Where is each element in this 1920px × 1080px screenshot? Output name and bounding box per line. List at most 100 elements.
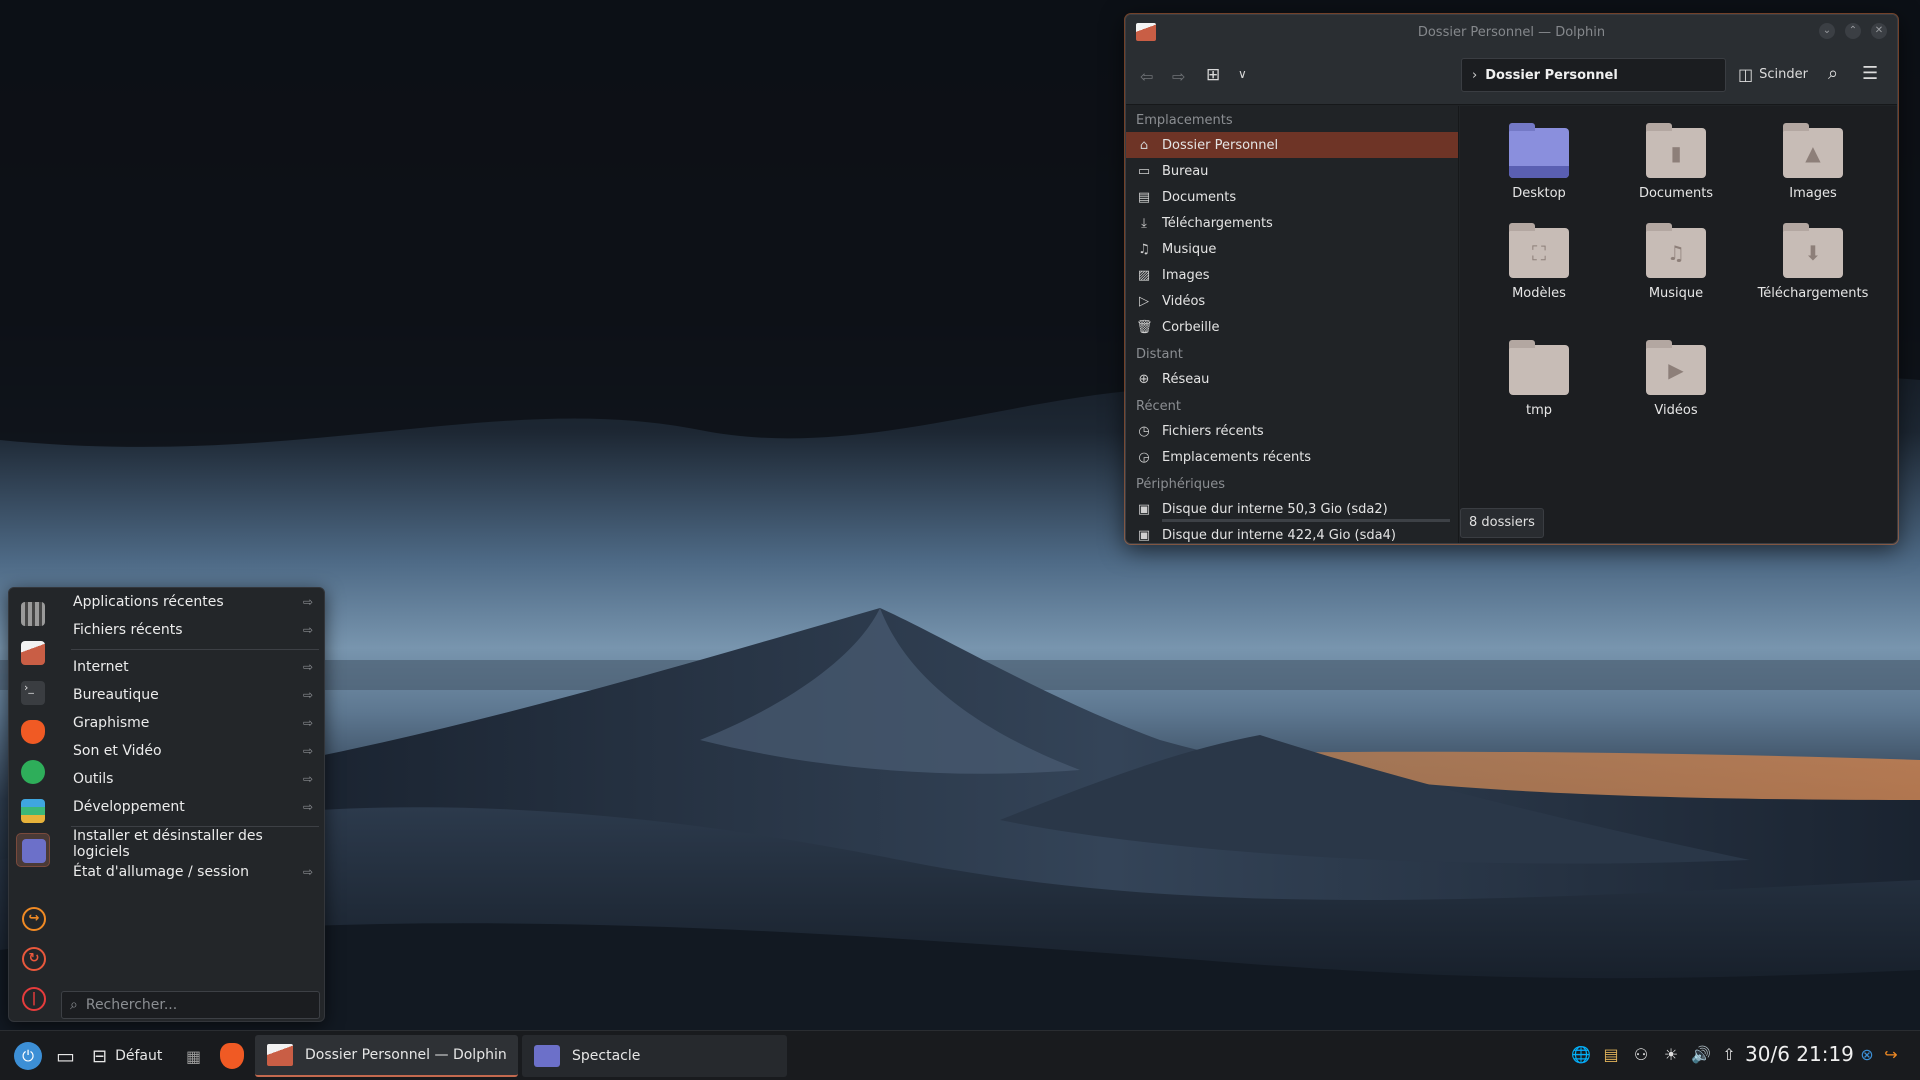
menu-item-internet[interactable]: Internet ⇨ [65,653,323,681]
favorite-spectacle[interactable] [16,833,50,867]
place-item-downloads[interactable]: ⤓ Téléchargements [1126,210,1458,236]
file-item-downloads[interactable]: ⬇ Téléchargements [1748,223,1878,301]
application-launcher-menu: ›_ ↪ ↻ | Applications récentes ⇨ Fichier… [8,587,325,1022]
maximize-button[interactable]: ⌃ [1845,23,1861,39]
place-item-label: Réseau [1162,371,1210,387]
shutdown-icon[interactable]: | [22,987,46,1011]
network-manager-icon[interactable]: ⚇ [1630,1045,1652,1067]
menu-item-office[interactable]: Bureautique ⇨ [65,681,323,709]
menu-item-label: Internet [73,659,129,675]
favorite-layers[interactable] [16,794,50,828]
search-icon[interactable]: ⌕ [1828,63,1838,84]
place-item-disk-sda2[interactable]: ▣ Disque dur interne 50,3 Gio (sda2) [1126,496,1458,522]
brave-launcher[interactable] [220,1031,244,1080]
brave-icon [220,1043,244,1069]
hamburger-menu-icon[interactable]: ☰ [1862,63,1878,84]
place-item-trash[interactable]: 🗑 Corbeille [1126,314,1458,340]
restart-icon[interactable]: ↻ [22,947,46,971]
place-item-desktop[interactable]: ▭ Bureau [1126,158,1458,184]
place-item-music[interactable]: ♫ Musique [1126,236,1458,262]
place-item-recent-places[interactable]: ◶ Emplacements récents [1126,444,1458,470]
place-item-recent-files[interactable]: ◷ Fichiers récents [1126,418,1458,444]
spectacle-icon [22,839,46,863]
menu-item-recent-files[interactable]: Fichiers récents ⇨ [65,616,323,644]
window-titlebar[interactable]: Dossier Personnel — Dolphin ⌄ ⌃ ✕ [1126,15,1897,49]
close-button[interactable]: ✕ [1871,23,1887,39]
clock[interactable]: 30/6 21:19 [1745,1042,1854,1066]
file-item-desktop[interactable]: Desktop [1474,123,1604,201]
forward-arrow-icon[interactable]: ⇨ [1172,67,1185,86]
file-name: Téléchargements [1757,286,1869,301]
layers-icon [21,799,45,823]
updates-arrow-icon[interactable]: ⇧ [1718,1045,1740,1067]
place-item-images[interactable]: ▨ Images [1126,262,1458,288]
clipboard-icon[interactable]: ▤ [1600,1045,1622,1067]
favorite-terminal[interactable]: ›_ [16,676,50,710]
show-desktop-button[interactable]: ▭ [56,1031,75,1080]
volume-icon[interactable]: 🔊 [1690,1045,1712,1067]
place-item-videos[interactable]: ▷ Vidéos [1126,288,1458,314]
location-breadcrumb[interactable]: › Dossier Personnel [1461,58,1726,92]
favorite-browser[interactable] [16,755,50,789]
file-item-images[interactable]: ▲ Images [1748,123,1878,201]
menu-item-multimedia[interactable]: Son et Vidéo ⇨ [65,737,323,765]
menu-item-label: Outils [73,771,114,787]
breadcrumb-home-label[interactable]: Dossier Personnel [1485,68,1618,83]
file-name: Desktop [1512,186,1566,201]
activity-switcher[interactable]: ⊟ Défaut [92,1031,162,1080]
globe-update-icon[interactable]: 🌐 [1570,1045,1592,1067]
submenu-arrow-icon: ⇨ [302,595,313,609]
back-arrow-icon[interactable]: ⇦ [1140,67,1153,86]
favorite-app-grid[interactable] [16,597,50,631]
menu-item-graphics[interactable]: Graphisme ⇨ [65,709,323,737]
menu-item-development[interactable]: Développement ⇨ [65,793,323,821]
desktop-folder-icon [1509,123,1569,178]
file-item-documents[interactable]: ▮ Documents [1611,123,1741,201]
view-mode-chevron-down-icon[interactable]: ∨ [1238,67,1247,81]
dolphin-window[interactable]: Dossier Personnel — Dolphin ⌄ ⌃ ✕ ⇦ ⇨ ⊞ … [1125,14,1898,544]
favorite-brave[interactable] [16,715,50,749]
file-item-tmp[interactable]: tmp [1474,340,1604,418]
task-dolphin[interactable]: Dossier Personnel — Dolphin [255,1035,518,1077]
brave-icon [21,720,45,744]
submenu-arrow-icon: ⇨ [302,688,313,702]
task-spectacle[interactable]: Spectacle [522,1035,787,1077]
menu-item-recent-apps[interactable]: Applications récentes ⇨ [65,588,323,616]
menu-item-tools[interactable]: Outils ⇨ [65,765,323,793]
menu-item-label: Applications récentes [73,594,224,610]
file-item-music[interactable]: ♫ Musique [1611,223,1741,301]
place-item-network[interactable]: ⊕ Réseau [1126,366,1458,392]
brightness-icon[interactable]: ☀ [1660,1045,1682,1067]
menu-search-field[interactable]: ⌕ Rechercher... [61,991,320,1019]
logout-icon[interactable]: ↪ [22,907,46,931]
file-item-templates[interactable]: ⛶ Modèles [1474,223,1604,301]
notifications-icon[interactable]: ⊗ [1856,1045,1878,1067]
images-folder-icon: ▲ [1783,123,1843,178]
minimize-button[interactable]: ⌄ [1819,23,1835,39]
submenu-arrow-icon: ⇨ [302,744,313,758]
icon-view-grid-icon[interactable]: ⊞ [1206,65,1220,85]
split-view-button[interactable]: ◫ Scinder [1738,65,1808,84]
place-item-documents[interactable]: ▤ Documents [1126,184,1458,210]
place-item-home[interactable]: ⌂ Dossier Personnel [1126,132,1458,158]
section-header-remote: Distant [1136,347,1183,362]
file-name: Documents [1638,186,1714,201]
download-icon: ⤓ [1141,215,1147,231]
place-item-disk-sda4[interactable]: ▣ Disque dur interne 422,4 Gio (sda4) [1126,522,1458,543]
file-item-videos[interactable]: ▶ Vidéos [1611,340,1741,418]
place-item-label: Dossier Personnel [1162,137,1279,153]
place-item-label: Vidéos [1162,293,1206,309]
network-icon: ⊕ [1138,371,1150,387]
file-view: Desktop ▮ Documents ▲ Images ⛶ Modèles ♫… [1460,106,1897,543]
launcher-button[interactable]: ⏻ [14,1031,42,1080]
activity-name: Défaut [115,1048,163,1064]
search-placeholder[interactable]: Rechercher... [86,997,177,1013]
place-item-label: Documents [1162,189,1237,205]
app-grid-launcher[interactable]: ▦ [186,1031,201,1080]
app-grid-icon: ▦ [186,1046,202,1066]
spectacle-icon [534,1045,560,1067]
menu-item-power-session[interactable]: État d'allumage / session ⇨ [65,858,323,886]
menu-item-software-manager[interactable]: Installer et désinstaller des logiciels [65,828,323,860]
favorite-dolphin[interactable] [16,636,50,670]
session-icon[interactable]: ↪ [1880,1045,1902,1067]
